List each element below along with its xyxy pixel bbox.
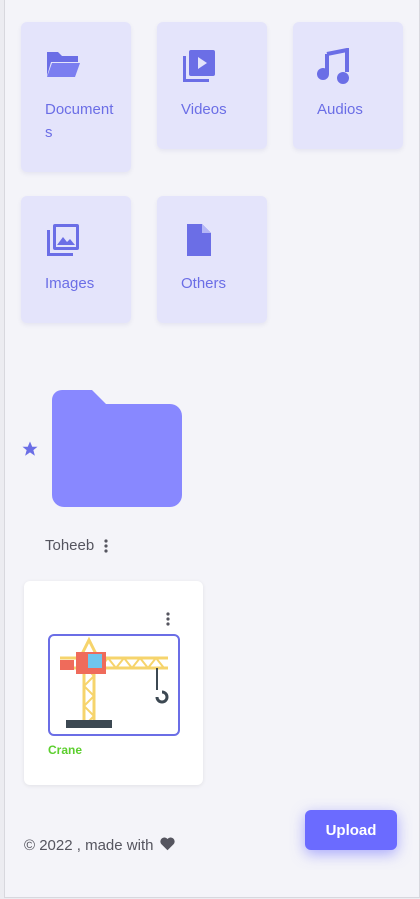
file-name: Crane [48,743,83,757]
category-others[interactable]: Others [157,196,267,323]
category-label: Videos [181,101,227,118]
category-audios[interactable]: Audios [293,22,403,149]
file-manager-panel: Documents Videos Audios Images Others To… [4,0,420,898]
category-videos[interactable]: Videos [157,22,267,149]
category-label: Others [181,275,227,292]
category-label: Images [45,275,95,292]
folder-icon [52,390,182,507]
crane-illustration [60,636,169,728]
upload-button[interactable]: Upload [305,810,397,850]
star-icon[interactable] [21,440,39,458]
photo-library-icon [47,224,79,256]
category-label: Audios [317,101,363,118]
folder-menu-icon[interactable] [103,539,109,553]
music-note-icon [317,48,349,84]
document-icon [187,224,211,256]
file-thumbnail [48,634,180,736]
video-library-icon [183,50,215,82]
folder-item[interactable] [52,388,182,513]
category-documents[interactable]: Documents [21,22,131,172]
category-images[interactable]: Images [21,196,131,323]
category-label: Documents [45,101,114,141]
file-card[interactable]: Crane [24,581,203,785]
footer: © 2022 , made with [24,837,175,854]
file-menu-icon[interactable] [165,612,171,626]
footer-text: © 2022 , made with [24,837,154,854]
heart-icon [160,837,175,851]
folder-open-icon [47,52,80,77]
folder-name: Toheeb [45,537,95,554]
